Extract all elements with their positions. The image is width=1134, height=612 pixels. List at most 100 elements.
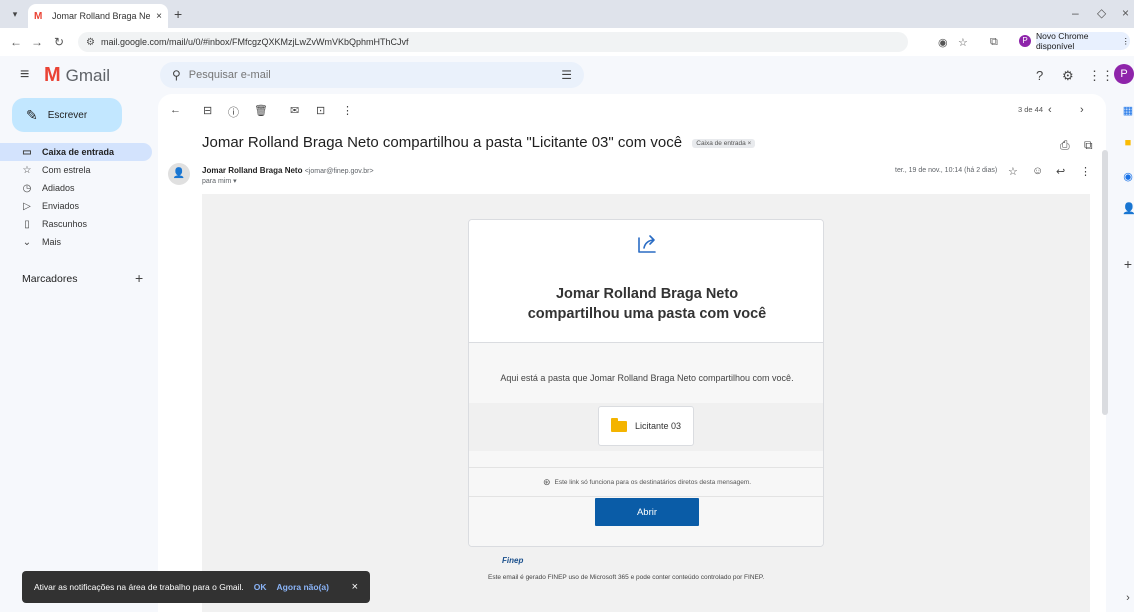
reload-icon[interactable]: ↻ bbox=[54, 35, 64, 49]
bookmark-star-icon[interactable]: ☆ bbox=[958, 36, 968, 49]
report-spam-icon[interactable]: ⓘ bbox=[228, 104, 239, 120]
snackbar-text: Ativar as notificações na área de trabal… bbox=[34, 582, 244, 592]
open-button[interactable]: Abrir bbox=[595, 498, 699, 526]
share-title-line1: Jomar Rolland Braga Neto bbox=[555, 286, 739, 302]
back-to-inbox-icon[interactable]: ← bbox=[170, 104, 181, 116]
link-note-text: Este link só funciona para os destinatár… bbox=[554, 478, 752, 486]
share-description: Aqui está a pasta que Jomar Rolland Brag… bbox=[500, 373, 794, 383]
open-new-window-icon[interactable]: ⧉ bbox=[1084, 138, 1093, 153]
minimize-icon[interactable]: – bbox=[1072, 6, 1079, 20]
recipient-dropdown[interactable]: para mim ▾ bbox=[202, 177, 237, 185]
email-footer: Este email é gerado FINEP uso de Microso… bbox=[488, 574, 765, 581]
message-more-icon[interactable]: ⋮ bbox=[1080, 165, 1091, 178]
add-label-icon[interactable]: + bbox=[135, 270, 143, 286]
get-addons-icon[interactable]: + bbox=[1122, 256, 1134, 272]
tab-title: Jomar Rolland Braga Neto com bbox=[52, 11, 151, 21]
sidebar-item-more[interactable]: ⌄ Mais bbox=[0, 233, 152, 251]
search-bar: ⚲ ☰ bbox=[160, 62, 584, 88]
tab-search-chevron-icon[interactable]: ▾ bbox=[6, 6, 24, 22]
sidebar-item-label: Mais bbox=[42, 237, 62, 247]
newer-chevron-icon[interactable]: ‹ bbox=[1048, 104, 1052, 116]
sidebar-item-label: Adiados bbox=[42, 183, 75, 193]
sender-line: Jomar Rolland Braga Neto <jomar@finep.go… bbox=[202, 166, 374, 175]
labels-header: Marcadores bbox=[22, 273, 78, 285]
close-window-icon[interactable]: × bbox=[1122, 6, 1129, 20]
share-card-title: Jomar Rolland Braga Neto compartilhou um… bbox=[469, 284, 823, 324]
gmail-favicon-icon: M bbox=[34, 10, 43, 22]
message-date: ter., 19 de nov., 10:14 (há 2 dias) bbox=[895, 167, 998, 174]
share-icon bbox=[638, 235, 656, 253]
chrome-update-button[interactable]: Novo Chrome disponível ⋮ bbox=[1036, 31, 1130, 51]
omnibox[interactable]: ⚙ mail.google.com/mail/u/0/#inbox/FMfcgz… bbox=[78, 32, 908, 52]
share-card: Jomar Rolland Braga Neto compartilhou um… bbox=[468, 219, 824, 547]
gmail-wordmark: Gmail bbox=[65, 65, 111, 85]
keep-icon[interactable]: ■ bbox=[1122, 137, 1134, 149]
gmail-logo[interactable]: M Gmail bbox=[44, 64, 110, 87]
move-to-icon[interactable]: ⊡ bbox=[316, 104, 325, 117]
apps-grid-icon[interactable]: ⋮⋮ bbox=[1088, 68, 1114, 84]
tasks-icon[interactable]: ◉ bbox=[1122, 170, 1134, 183]
site-info-icon[interactable]: ⚙ bbox=[86, 37, 95, 48]
snackbar-later-button[interactable]: Agora não(a) bbox=[277, 582, 329, 592]
inbox-label-badge[interactable]: Caixa de entrada × bbox=[692, 138, 756, 148]
older-chevron-icon[interactable]: › bbox=[1080, 104, 1084, 116]
mark-unread-icon[interactable]: ✉ bbox=[290, 104, 299, 117]
message-counter: 3 de 44 bbox=[1018, 105, 1044, 114]
compose-button[interactable]: ✎ Escrever bbox=[12, 98, 122, 132]
sidebar-item-drafts[interactable]: ▯ Rascunhos bbox=[0, 215, 152, 233]
sender-email: <jomar@finep.gov.br> bbox=[304, 168, 374, 175]
support-icon[interactable]: ? bbox=[1036, 68, 1043, 83]
send-icon: ▷ bbox=[23, 200, 31, 212]
search-options-icon[interactable]: ☰ bbox=[561, 68, 572, 82]
chrome-profile-avatar[interactable]: P bbox=[1019, 35, 1031, 47]
restore-icon[interactable]: ◇ bbox=[1097, 6, 1106, 20]
settings-gear-icon[interactable]: ⚙ bbox=[1062, 68, 1074, 84]
main-menu-icon[interactable]: ≡ bbox=[20, 66, 29, 84]
sender-name[interactable]: Jomar Rolland Braga Neto bbox=[202, 166, 302, 175]
close-tab-icon[interactable]: × bbox=[156, 11, 162, 22]
extensions-icon[interactable]: ⧉ bbox=[990, 36, 998, 49]
url-text: mail.google.com/mail/u/0/#inbox/FMfcgzQX… bbox=[100, 37, 409, 47]
calendar-icon[interactable]: ▦ bbox=[1122, 104, 1134, 117]
chrome-update-label: Novo Chrome disponível bbox=[1036, 31, 1089, 51]
new-tab-icon[interactable]: + bbox=[174, 6, 182, 22]
archive-icon[interactable]: ⊟ bbox=[203, 104, 212, 117]
clock-icon: ◷ bbox=[22, 182, 32, 194]
print-icon[interactable]: ⎙ bbox=[1060, 138, 1070, 153]
sidebar-item-inbox[interactable]: ▭ Caixa de entrada bbox=[0, 143, 152, 161]
forward-arrow-icon[interactable]: → bbox=[31, 35, 43, 49]
folder-chip[interactable]: Licitante 03 bbox=[598, 406, 694, 446]
draft-icon: ▯ bbox=[24, 218, 30, 230]
more-options-icon[interactable]: ⋮ bbox=[342, 104, 353, 117]
subject-text: Jomar Rolland Braga Neto compartilhou a … bbox=[202, 134, 683, 151]
share-card-header: Jomar Rolland Braga Neto compartilhou um… bbox=[469, 220, 823, 343]
notification-snackbar: Ativar as notificações na área de trabal… bbox=[22, 571, 370, 603]
delete-icon[interactable]: 🗑 bbox=[254, 104, 268, 117]
search-icon[interactable]: ⚲ bbox=[172, 68, 181, 82]
sender-avatar[interactable]: 👤 bbox=[168, 163, 190, 185]
sidebar-item-label: Enviados bbox=[42, 201, 80, 211]
browser-tab[interactable]: M Jomar Rolland Braga Neto com × bbox=[28, 4, 168, 28]
sidebar-item-sent[interactable]: ▷ Enviados bbox=[0, 197, 152, 215]
contacts-icon[interactable]: 👤 bbox=[1122, 202, 1134, 215]
snackbar-ok-button[interactable]: OK bbox=[254, 582, 267, 592]
message-scrollbar[interactable] bbox=[1102, 150, 1108, 415]
sidebar-item-label: Rascunhos bbox=[42, 219, 88, 229]
compose-label: Escrever bbox=[47, 109, 88, 121]
sidebar-item-starred[interactable]: ☆ Com estrela bbox=[0, 161, 152, 179]
subject-line: Jomar Rolland Braga Neto compartilhou a … bbox=[202, 134, 756, 151]
snackbar-close-icon[interactable]: × bbox=[352, 581, 358, 593]
star-icon: ☆ bbox=[22, 164, 32, 176]
account-avatar[interactable]: P bbox=[1114, 64, 1134, 84]
back-arrow-icon[interactable]: ← bbox=[10, 35, 22, 49]
emoji-react-icon[interactable]: ☺ bbox=[1032, 165, 1043, 177]
reply-icon[interactable]: ↩ bbox=[1056, 165, 1065, 178]
expand-side-panel-icon[interactable]: › bbox=[1122, 592, 1134, 604]
search-input[interactable] bbox=[188, 69, 554, 81]
share-card-body: Aqui está a pasta que Jomar Rolland Brag… bbox=[469, 343, 823, 546]
pencil-icon: ✎ bbox=[26, 106, 38, 123]
eye-icon[interactable]: ◉ bbox=[938, 36, 948, 49]
sidebar-item-snoozed[interactable]: ◷ Adiados bbox=[0, 179, 152, 197]
star-message-icon[interactable]: ☆ bbox=[1008, 165, 1018, 178]
inbox-icon: ▭ bbox=[22, 146, 32, 158]
